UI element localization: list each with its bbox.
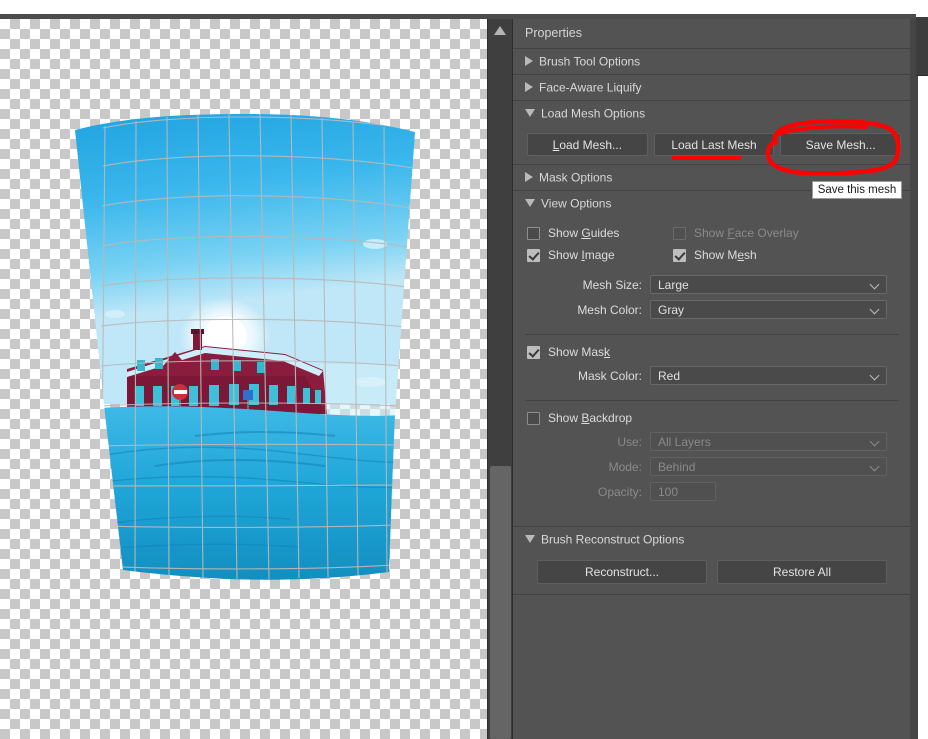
document-canvas[interactable] bbox=[0, 19, 487, 739]
load-mesh-button[interactable]: Load Mesh... bbox=[527, 133, 648, 156]
reconstruct-button[interactable]: Reconstruct... bbox=[537, 560, 707, 584]
chevron-right-icon bbox=[525, 82, 533, 93]
row-mask-color: Mask Color: Red bbox=[513, 363, 911, 388]
load-mesh-button-rest: oad Mesh... bbox=[559, 138, 623, 152]
chevron-down-icon bbox=[871, 372, 879, 380]
mesh-color-label: Mesh Color: bbox=[577, 302, 642, 317]
row-show-face-overlay: Show Face Overlay bbox=[673, 226, 799, 240]
show-mask-checkbox[interactable] bbox=[527, 345, 540, 359]
row-mesh-color: Mesh Color: Gray bbox=[513, 297, 911, 322]
top-white-strip bbox=[0, 0, 928, 14]
mesh-color-dropdown[interactable]: Gray bbox=[650, 300, 887, 319]
liquify-artwork bbox=[75, 114, 415, 584]
show-guides-label: Show Guides bbox=[548, 226, 620, 240]
panel-title: Properties bbox=[513, 19, 911, 49]
section-label: View Options bbox=[541, 196, 612, 211]
section-brush-reconstruct-options[interactable]: Brush Reconstruct Options bbox=[513, 527, 911, 552]
show-mesh-checkbox[interactable] bbox=[673, 248, 686, 262]
section-face-aware-liquify[interactable]: Face-Aware Liquify bbox=[513, 75, 911, 101]
show-backdrop-label: Show Backdrop bbox=[548, 411, 633, 425]
mask-color-dropdown[interactable]: Red bbox=[650, 366, 887, 385]
opacity-label: Opacity: bbox=[597, 484, 642, 499]
opacity-slider[interactable] bbox=[513, 504, 911, 520]
restore-all-button-label: Restore All bbox=[772, 565, 832, 579]
canvas-vertical-scrollbar[interactable] bbox=[487, 19, 513, 739]
use-value: All Layers bbox=[658, 435, 711, 449]
right-tab-top-gap bbox=[916, 0, 928, 17]
mask-color-label: Mask Color: bbox=[577, 368, 642, 383]
load-mesh-button-row: Load Mesh... Load Last Mesh Save Mesh... bbox=[513, 126, 911, 164]
chevron-down-icon bbox=[871, 463, 879, 471]
section-label: Load Mesh Options bbox=[541, 106, 646, 121]
row-show-backdrop: Show Backdrop bbox=[513, 407, 911, 429]
chevron-down-icon bbox=[871, 281, 879, 289]
save-mesh-button[interactable]: Save Mesh... bbox=[780, 133, 902, 156]
opacity-value: 100 bbox=[658, 485, 679, 499]
use-label: Use: bbox=[617, 434, 642, 449]
tooltip-save-this-mesh: Save this mesh bbox=[812, 181, 902, 199]
mode-label: Mode: bbox=[608, 459, 642, 474]
load-last-mesh-button-label: Load Last Mesh bbox=[671, 138, 757, 152]
load-last-mesh-button[interactable]: Load Last Mesh bbox=[653, 133, 775, 156]
row-show-mesh: Show Mesh bbox=[673, 248, 757, 262]
mesh-size-label: Mesh Size: bbox=[582, 277, 642, 292]
row-show-mask: Show Mask bbox=[513, 341, 911, 363]
scrollbar-thumb[interactable] bbox=[490, 466, 511, 739]
right-white-strip bbox=[918, 0, 928, 739]
show-face-overlay-label: Show Face Overlay bbox=[694, 226, 799, 240]
opacity-input[interactable]: 100 bbox=[650, 482, 716, 501]
chevron-down-icon bbox=[525, 534, 535, 543]
show-guides-checkbox[interactable] bbox=[527, 226, 540, 240]
chevron-down-icon bbox=[871, 306, 879, 314]
row-use: Use: All Layers bbox=[513, 429, 911, 454]
chevron-right-icon bbox=[525, 172, 533, 183]
section-label: Brush Tool Options bbox=[539, 54, 641, 69]
row-mesh-size: Mesh Size: Large bbox=[513, 272, 911, 297]
section-label: Face-Aware Liquify bbox=[539, 80, 642, 95]
properties-panel: Properties Brush Tool Options Face-Aware… bbox=[512, 19, 912, 739]
section-label: Brush Reconstruct Options bbox=[541, 532, 685, 547]
mode-value: Behind bbox=[658, 460, 696, 474]
show-mesh-label: Show Mesh bbox=[694, 248, 757, 262]
save-mesh-button-label: Save Mesh... bbox=[805, 138, 876, 152]
mesh-size-value: Large bbox=[658, 278, 689, 292]
mesh-color-value: Gray bbox=[658, 303, 685, 317]
chevron-down-icon bbox=[525, 108, 535, 117]
section-label: Mask Options bbox=[539, 170, 613, 185]
show-image-checkbox[interactable] bbox=[527, 248, 540, 262]
show-image-label: Show Image bbox=[548, 248, 615, 262]
chevron-down-icon bbox=[525, 198, 535, 207]
row-show-guides: Show Guides Show Face Overlay bbox=[513, 222, 911, 244]
panel-right-edge bbox=[910, 19, 918, 739]
collapsed-panel-tab[interactable] bbox=[916, 17, 928, 76]
row-mode: Mode: Behind bbox=[513, 454, 911, 479]
mask-color-value: Red bbox=[658, 369, 681, 383]
chevron-down-icon bbox=[871, 438, 879, 446]
section-brush-tool-options[interactable]: Brush Tool Options bbox=[513, 49, 911, 75]
mode-dropdown[interactable]: Behind bbox=[650, 457, 887, 476]
show-face-overlay-checkbox[interactable] bbox=[673, 226, 686, 240]
brush-reconstruct-button-row: Reconstruct... Restore All bbox=[513, 552, 911, 594]
view-options-body: Show Guides Show Face Overlay Show Image… bbox=[513, 216, 911, 526]
section-load-mesh-options[interactable]: Load Mesh Options bbox=[513, 101, 911, 126]
use-dropdown[interactable]: All Layers bbox=[650, 432, 887, 451]
row-show-image: Show Image Show Mesh bbox=[513, 244, 911, 266]
show-backdrop-checkbox[interactable] bbox=[527, 411, 540, 425]
app-root: Properties Brush Tool Options Face-Aware… bbox=[0, 0, 928, 739]
row-opacity: Opacity: 100 bbox=[513, 479, 911, 504]
divider bbox=[513, 594, 911, 595]
show-mask-label: Show Mask bbox=[548, 345, 611, 359]
chevron-right-icon bbox=[525, 56, 533, 67]
reconstruct-button-label: Reconstruct... bbox=[584, 565, 660, 579]
scroll-up-arrow-icon[interactable] bbox=[488, 19, 513, 43]
restore-all-button[interactable]: Restore All bbox=[717, 560, 887, 584]
mesh-size-dropdown[interactable]: Large bbox=[650, 275, 887, 294]
